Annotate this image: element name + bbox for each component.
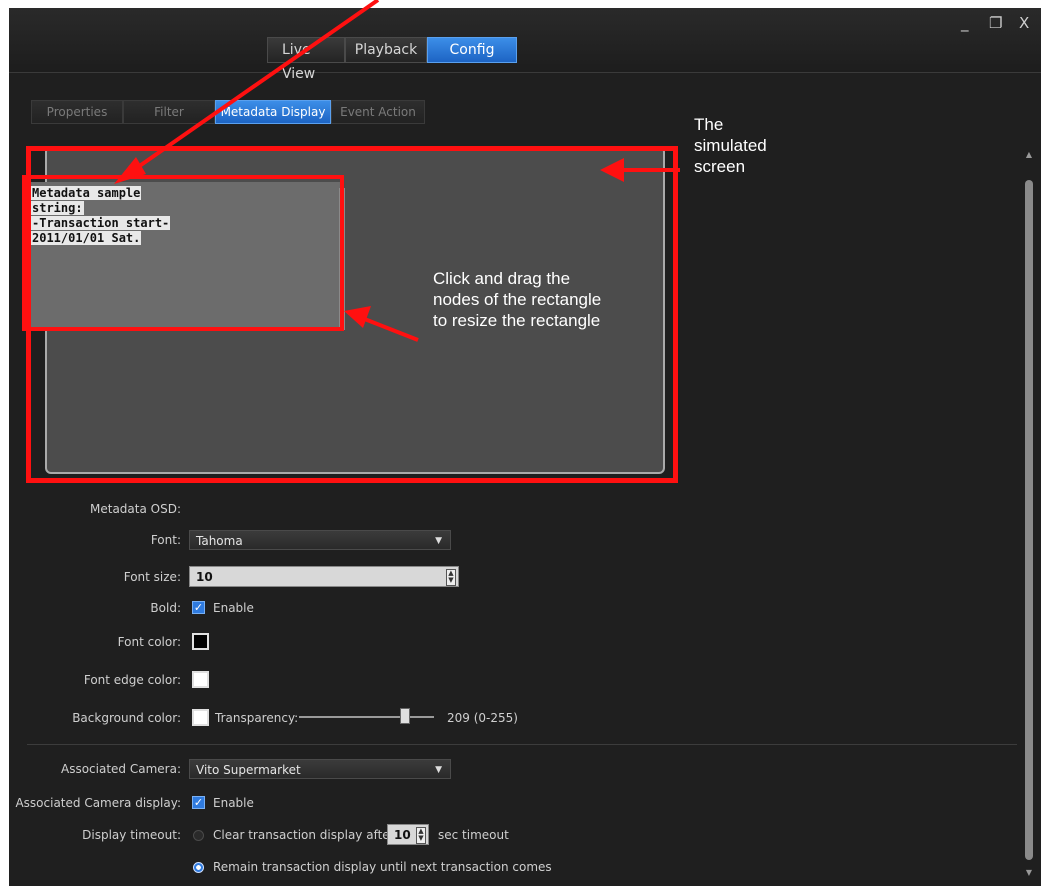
associated-camera-value: Vito Supermarket — [196, 763, 301, 777]
vertical-scrollbar[interactable]: ▲ ▼ — [1025, 150, 1033, 880]
chevron-down-icon: ▼ — [435, 765, 442, 775]
restore-icon[interactable]: ❐ — [989, 14, 1002, 32]
subtab-event-action[interactable]: Event Action — [331, 100, 425, 124]
scroll-up-icon[interactable]: ▲ — [1025, 150, 1033, 159]
sub-tabs: Properties Filter Metadata Display Event… — [31, 100, 425, 124]
font-size-stepper[interactable]: 10 ▲ ▼ — [189, 566, 459, 587]
annotation-line: The — [694, 115, 724, 134]
transparency-label: Transparency: — [215, 711, 299, 725]
camera-display-enable-label: Enable — [213, 796, 254, 810]
remain-transaction-label: Remain transaction display until next tr… — [213, 860, 552, 874]
subtab-metadata-display[interactable]: Metadata Display — [215, 100, 331, 124]
close-icon[interactable]: X — [1019, 14, 1029, 32]
transparency-slider-thumb[interactable] — [399, 708, 410, 724]
annotation-box-rectangle — [22, 175, 344, 331]
tab-config[interactable]: Config — [427, 37, 517, 63]
transparency-slider-track[interactable] — [299, 716, 434, 718]
stepper-arrows-icon[interactable]: ▲ ▼ — [416, 827, 426, 844]
font-dropdown[interactable]: Tahoma ▼ — [189, 530, 451, 550]
bold-enable-checkbox[interactable]: ✓ — [192, 601, 205, 614]
font-color-label: Font color: — [117, 635, 181, 649]
associated-camera-label: Associated Camera: — [61, 762, 181, 776]
app-window: _ ❐ X Live View Playback Config Properti… — [9, 8, 1041, 886]
associated-camera-display-label: Associated Camera display: — [15, 796, 181, 810]
subtab-properties[interactable]: Properties — [31, 100, 123, 124]
scroll-down-icon[interactable]: ▼ — [1025, 868, 1033, 877]
timeout-stepper[interactable]: 10 ▲ ▼ — [387, 824, 429, 845]
annotation-line: nodes of the rectangle — [433, 290, 602, 309]
tab-playback[interactable]: Playback — [345, 37, 427, 63]
display-timeout-label: Display timeout: — [82, 828, 181, 842]
annotation-simulated-screen: The simulated screen — [694, 114, 767, 177]
camera-display-enable-checkbox[interactable]: ✓ — [192, 796, 205, 809]
sec-timeout-label: sec timeout — [438, 828, 509, 842]
remain-transaction-radio[interactable] — [193, 862, 204, 873]
scrollbar-thumb[interactable] — [1025, 180, 1033, 860]
clear-transaction-label: Clear transaction display after — [213, 828, 395, 842]
divider — [27, 744, 1017, 745]
subtab-filter[interactable]: Filter — [123, 100, 215, 124]
font-dropdown-value: Tahoma — [196, 534, 243, 548]
bold-label: Bold: — [150, 601, 181, 615]
font-label: Font: — [150, 533, 181, 547]
associated-camera-dropdown[interactable]: Vito Supermarket ▼ — [189, 759, 451, 779]
background-color-swatch[interactable] — [192, 709, 209, 726]
annotation-line: screen — [694, 157, 746, 176]
timeout-value: 10 — [394, 828, 411, 842]
tab-live-view[interactable]: Live View — [267, 37, 345, 82]
transparency-value: 209 (0-255) — [447, 711, 518, 725]
font-size-value: 10 — [196, 570, 213, 584]
metadata-osd-label: Metadata OSD: — [90, 502, 181, 516]
font-color-swatch[interactable] — [192, 633, 209, 650]
font-edge-color-label: Font edge color: — [83, 673, 181, 687]
chevron-down-icon: ▼ — [435, 536, 442, 546]
annotation-line: simulated — [694, 136, 767, 155]
annotation-drag-hint: Click and drag the nodes of the rectangl… — [433, 268, 601, 331]
top-bar: _ ❐ X Live View Playback Config — [9, 8, 1041, 82]
stepper-arrows-icon[interactable]: ▲ ▼ — [446, 569, 456, 586]
clear-transaction-radio[interactable] — [193, 830, 204, 841]
main-tabs: Live View Playback Config — [267, 37, 517, 82]
minimize-icon[interactable]: _ — [961, 14, 969, 32]
font-edge-color-swatch[interactable] — [192, 671, 209, 688]
font-size-label: Font size: — [123, 570, 181, 584]
background-color-label: Background color: — [72, 711, 181, 725]
annotation-line: Click and drag the — [433, 269, 571, 288]
annotation-line: to resize the rectangle — [433, 311, 601, 330]
bold-enable-label: Enable — [213, 601, 254, 615]
